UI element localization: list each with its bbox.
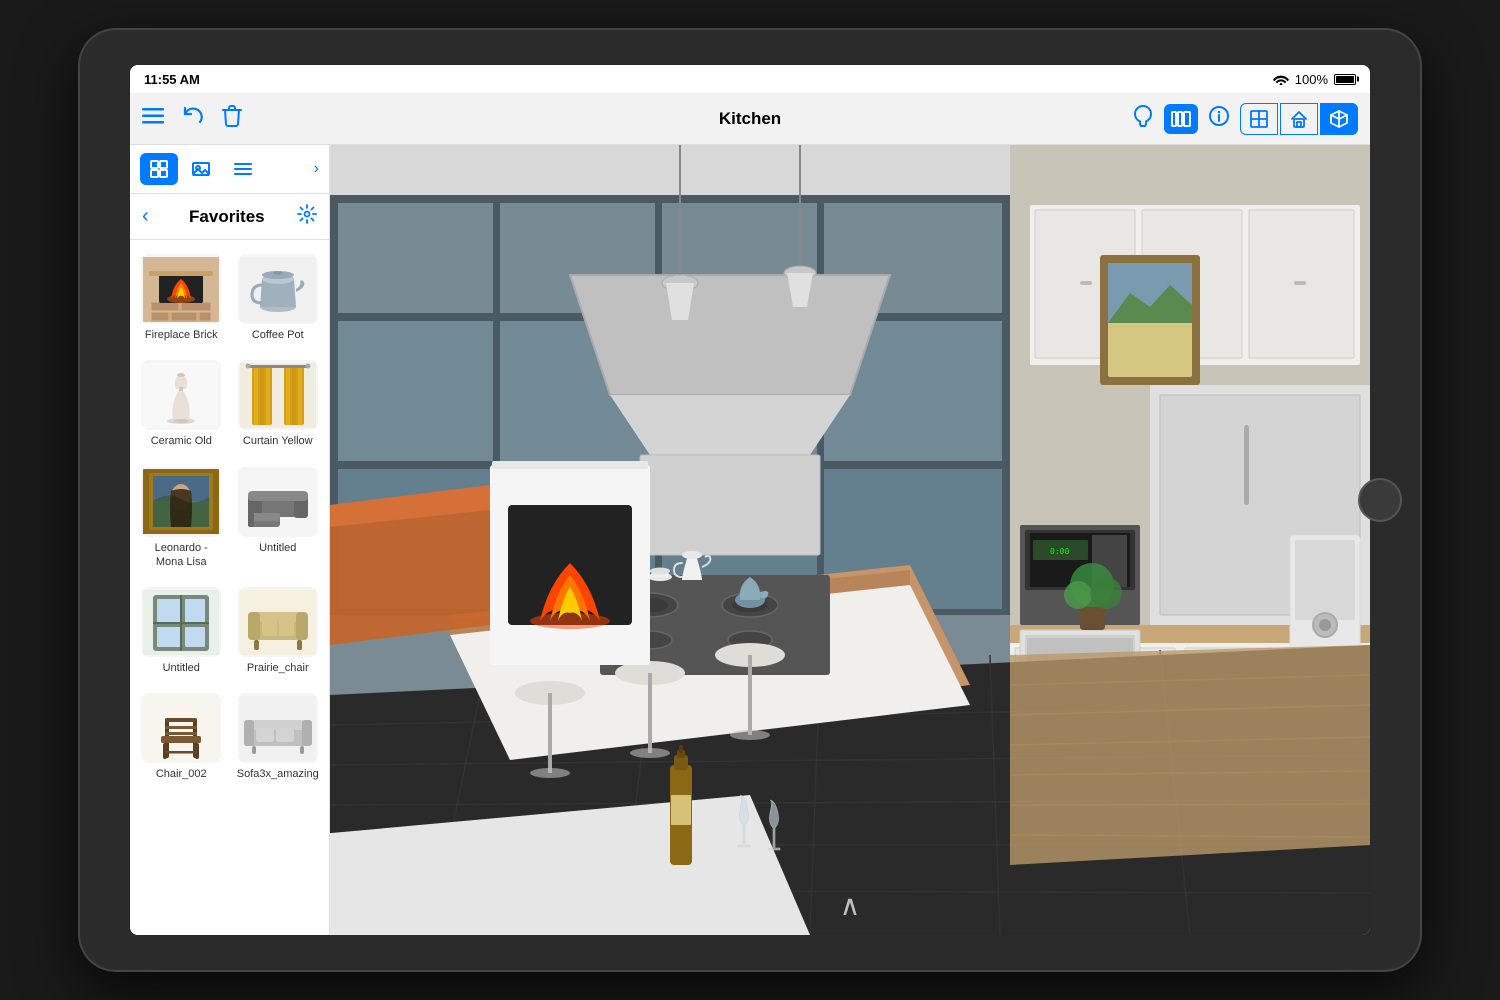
sidebar-expand-button[interactable]: › xyxy=(314,160,319,178)
item-label-coffee-pot: Coffee Pot xyxy=(252,328,304,342)
status-right-icons: 100% xyxy=(1273,72,1356,87)
status-time: 11:55 AM xyxy=(144,72,200,87)
info-button[interactable] xyxy=(1208,105,1230,133)
sidebar-tab-list[interactable] xyxy=(224,153,262,185)
floorplan-view-button[interactable] xyxy=(1240,103,1278,135)
ipad-frame: 11:55 AM 100% xyxy=(80,30,1420,970)
thumb-sofa3x xyxy=(238,693,318,763)
thumb-mona-lisa xyxy=(141,467,221,537)
item-label-ceramic-old: Ceramic Old xyxy=(151,434,212,448)
ipad-screen: 11:55 AM 100% xyxy=(130,65,1370,935)
3d-view[interactable]: 0:00 xyxy=(330,145,1370,935)
thumb-prairie-chair xyxy=(238,587,318,657)
sidebar: › ‹ Favorites xyxy=(130,145,330,935)
item-label-curtain-yellow: Curtain Yellow xyxy=(243,434,313,448)
sidebar-item-untitled-sofa[interactable]: Untitled xyxy=(233,461,324,576)
sidebar-back-button[interactable]: ‹ xyxy=(142,205,149,228)
sidebar-item-chair-002[interactable]: Chair_002 xyxy=(136,687,227,787)
thumb-chair-002 xyxy=(141,693,221,763)
sidebar-grid: Fireplace Brick xyxy=(136,248,323,788)
sidebar-item-mona-lisa[interactable]: Leonardo - Mona Lisa xyxy=(136,461,227,576)
sidebar-item-coffee-pot[interactable]: Coffee Pot xyxy=(233,248,324,348)
sidebar-item-untitled-window[interactable]: Untitled xyxy=(136,581,227,681)
undo-button[interactable] xyxy=(182,106,204,132)
kitchen-scene-svg: 0:00 xyxy=(330,145,1370,935)
thumb-fireplace-brick xyxy=(141,254,221,324)
item-label-fireplace-brick: Fireplace Brick xyxy=(145,328,218,342)
thumb-curtain-yellow xyxy=(238,360,318,430)
item-label-prairie-chair: Prairie_chair xyxy=(247,661,309,675)
menu-button[interactable] xyxy=(142,107,164,130)
battery-icon xyxy=(1334,74,1356,85)
sidebar-item-curtain-yellow[interactable]: Curtain Yellow xyxy=(233,354,324,454)
sidebar-item-sofa3x[interactable]: Sofa3x_amazing xyxy=(233,687,324,787)
item-label-sofa3x: Sofa3x_amazing xyxy=(237,767,319,781)
sidebar-settings-button[interactable] xyxy=(297,204,317,229)
battery-pct: 100% xyxy=(1295,72,1328,87)
sidebar-tab-grid[interactable] xyxy=(140,153,178,185)
svg-text:0:00: 0:00 xyxy=(1050,547,1069,556)
delete-button[interactable] xyxy=(222,105,242,133)
house-view-button[interactable] xyxy=(1280,103,1318,135)
thumb-ceramic-old xyxy=(141,360,221,430)
view-mode-group xyxy=(1240,103,1358,135)
thumb-untitled-sofa xyxy=(238,467,318,537)
sidebar-title: Favorites xyxy=(157,207,297,227)
toolbar-right xyxy=(1132,103,1358,135)
sidebar-item-prairie-chair[interactable]: Prairie_chair xyxy=(233,581,324,681)
toolbar-title: Kitchen xyxy=(719,109,781,129)
library-button[interactable] xyxy=(1164,104,1198,134)
thumb-coffee-pot xyxy=(238,254,318,324)
item-label-untitled-window: Untitled xyxy=(163,661,200,675)
svg-text:∧: ∧ xyxy=(840,890,861,921)
sidebar-item-fireplace-brick[interactable]: Fireplace Brick xyxy=(136,248,227,348)
item-label-untitled-sofa: Untitled xyxy=(259,541,296,555)
sidebar-item-ceramic-old[interactable]: Ceramic Old xyxy=(136,354,227,454)
sidebar-items: Fireplace Brick xyxy=(130,240,329,935)
sidebar-tabs: › xyxy=(130,145,329,194)
wifi-icon xyxy=(1273,73,1289,85)
toolbar: Kitchen xyxy=(130,93,1370,145)
sidebar-header: ‹ Favorites xyxy=(130,194,329,240)
item-label-chair-002: Chair_002 xyxy=(156,767,207,781)
item-label-mona-lisa: Leonardo - Mona Lisa xyxy=(140,541,223,570)
home-button[interactable] xyxy=(1358,478,1402,522)
thumb-untitled-window xyxy=(141,587,221,657)
lightbulb-button[interactable] xyxy=(1132,104,1154,134)
cube-view-button[interactable] xyxy=(1320,103,1358,135)
status-bar: 11:55 AM 100% xyxy=(130,65,1370,93)
toolbar-left xyxy=(142,105,342,133)
sidebar-tab-gallery[interactable] xyxy=(182,153,220,185)
main-content: › ‹ Favorites xyxy=(130,145,1370,935)
